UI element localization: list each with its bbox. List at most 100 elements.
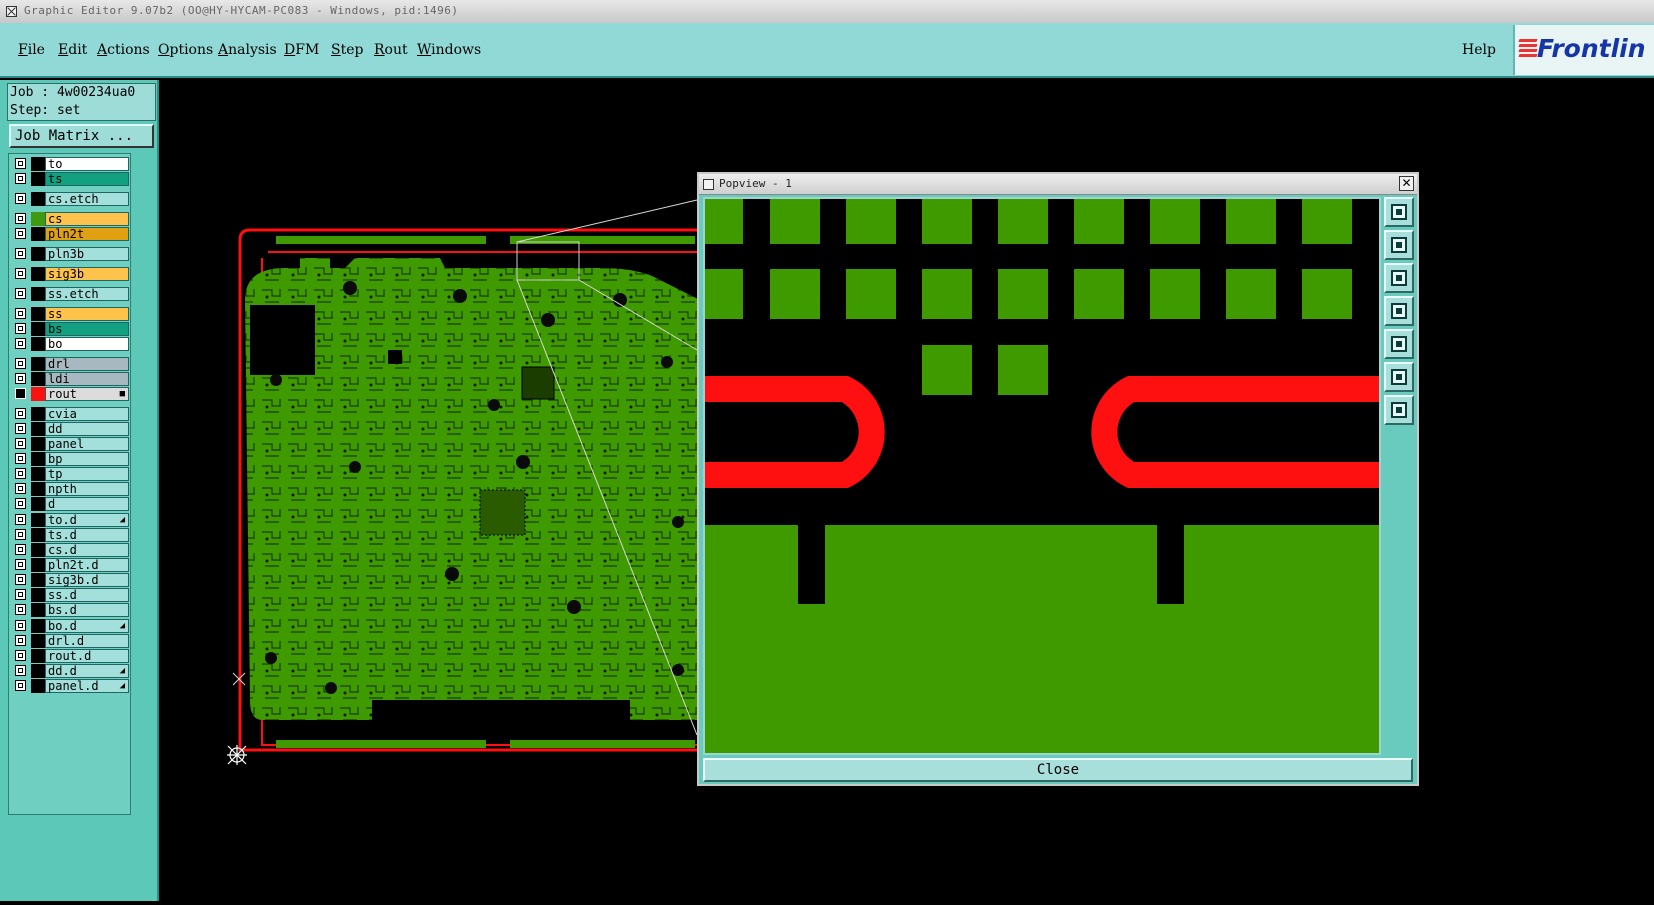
menu-actions[interactable]: Actions bbox=[97, 42, 150, 58]
layer-checkbox[interactable] bbox=[15, 308, 26, 319]
layer-name[interactable]: bo bbox=[45, 337, 129, 351]
layer-name[interactable]: dd bbox=[45, 422, 129, 436]
layer-name[interactable]: cs.d bbox=[45, 543, 129, 557]
layer-row-dd-d[interactable]: dd.d ◢ bbox=[12, 664, 129, 678]
layer-checkbox[interactable] bbox=[15, 228, 26, 239]
layer-color-swatch[interactable] bbox=[31, 558, 45, 572]
layer-row-ss[interactable]: ss bbox=[12, 307, 129, 321]
layer-color-swatch[interactable] bbox=[31, 649, 45, 663]
layer-color-swatch[interactable] bbox=[31, 452, 45, 466]
layer-row-bs[interactable]: bs bbox=[12, 322, 129, 336]
job-matrix-button[interactable]: Job Matrix ... bbox=[9, 124, 154, 148]
layer-row-rout-d[interactable]: rout.d bbox=[12, 649, 129, 663]
layer-color-swatch[interactable] bbox=[31, 337, 45, 351]
layer-color-swatch[interactable] bbox=[31, 573, 45, 587]
layer-color-swatch[interactable] bbox=[31, 192, 45, 206]
layer-name[interactable]: ss bbox=[45, 307, 129, 321]
menu-edit[interactable]: Edit bbox=[58, 42, 87, 58]
menu-rout[interactable]: Rout bbox=[374, 42, 408, 58]
menu-step[interactable]: Step bbox=[331, 42, 363, 58]
layer-color-swatch[interactable] bbox=[31, 528, 45, 542]
layer-color-swatch[interactable] bbox=[31, 422, 45, 436]
layer-row-rout[interactable]: rout ■ bbox=[12, 387, 129, 401]
layer-row-drl[interactable]: drl bbox=[12, 357, 129, 371]
layer-color-swatch[interactable] bbox=[31, 287, 45, 301]
layer-row-pln2t-d[interactable]: pln2t.d bbox=[12, 558, 129, 572]
layer-row-d[interactable]: d bbox=[12, 497, 129, 511]
layer-color-swatch[interactable] bbox=[31, 482, 45, 496]
layer-name[interactable]: ldi bbox=[45, 372, 129, 386]
menu-options[interactable]: Options bbox=[158, 42, 213, 58]
layer-checkbox[interactable] bbox=[15, 358, 26, 369]
layer-color-swatch[interactable] bbox=[31, 372, 45, 386]
layer-checkbox[interactable] bbox=[15, 323, 26, 334]
layer-name[interactable]: panel bbox=[45, 437, 129, 451]
layer-name[interactable]: bp bbox=[45, 452, 129, 466]
layer-row-pln2t[interactable]: pln2t bbox=[12, 227, 129, 241]
layer-name[interactable]: panel.d ◢ bbox=[45, 679, 129, 693]
layer-name[interactable]: ts.d bbox=[45, 528, 129, 542]
layer-row-sig3b[interactable]: sig3b bbox=[12, 267, 129, 281]
layer-checkbox[interactable] bbox=[15, 544, 26, 555]
layer-checkbox[interactable] bbox=[15, 373, 26, 384]
layer-color-swatch[interactable] bbox=[31, 619, 45, 633]
layer-name[interactable]: npth bbox=[45, 482, 129, 496]
menu-windows[interactable]: Windows bbox=[417, 42, 481, 58]
layer-color-swatch[interactable] bbox=[31, 588, 45, 602]
layer-row-ss-d[interactable]: ss.d bbox=[12, 588, 129, 602]
layer-name[interactable]: d bbox=[45, 497, 129, 511]
layer-row-pln3b[interactable]: pln3b bbox=[12, 247, 129, 261]
layer-row-sig3b-d[interactable]: sig3b.d bbox=[12, 573, 129, 587]
layer-checkbox[interactable] bbox=[15, 408, 26, 419]
layer-row-panel[interactable]: panel bbox=[12, 437, 129, 451]
layer-name[interactable]: tp bbox=[45, 467, 129, 481]
layer-name[interactable]: rout ■ bbox=[45, 387, 129, 401]
layer-checkbox[interactable] bbox=[15, 468, 26, 479]
layer-checkbox[interactable] bbox=[15, 498, 26, 509]
layer-checkbox[interactable] bbox=[15, 423, 26, 434]
layer-row-ss-etch[interactable]: ss.etch bbox=[12, 287, 129, 301]
layer-row-bp[interactable]: bp bbox=[12, 452, 129, 466]
layer-color-swatch[interactable] bbox=[31, 603, 45, 617]
layer-name[interactable]: to.d ◢ bbox=[45, 513, 129, 527]
layer-name[interactable]: to bbox=[45, 157, 129, 171]
layer-checkbox[interactable] bbox=[15, 338, 26, 349]
zoom-home-button[interactable] bbox=[1384, 395, 1414, 425]
layer-row-dd[interactable]: dd bbox=[12, 422, 129, 436]
layer-checkbox[interactable] bbox=[15, 453, 26, 464]
pan-left-button[interactable] bbox=[1384, 296, 1414, 326]
layer-color-swatch[interactable] bbox=[31, 679, 45, 693]
layer-color-swatch[interactable] bbox=[31, 467, 45, 481]
layer-checkbox[interactable] bbox=[15, 665, 26, 676]
layer-checkbox[interactable] bbox=[15, 173, 26, 184]
layer-color-swatch[interactable] bbox=[31, 497, 45, 511]
layer-color-swatch[interactable] bbox=[31, 634, 45, 648]
layer-checkbox[interactable] bbox=[15, 650, 26, 661]
layer-name[interactable]: drl bbox=[45, 357, 129, 371]
layer-name[interactable]: ss.d bbox=[45, 588, 129, 602]
menu-analysis[interactable]: Analysis bbox=[218, 42, 277, 58]
layer-row-to-d[interactable]: to.d ◢ bbox=[12, 513, 129, 527]
layer-row-bo-d[interactable]: bo.d ◢ bbox=[12, 619, 129, 633]
layer-color-swatch[interactable] bbox=[31, 227, 45, 241]
layer-checkbox[interactable] bbox=[15, 680, 26, 691]
layer-checkbox[interactable] bbox=[15, 213, 26, 224]
layer-row-panel-d[interactable]: panel.d ◢ bbox=[12, 679, 129, 693]
layer-row-to[interactable]: to bbox=[12, 157, 129, 171]
layer-name[interactable]: rout.d bbox=[45, 649, 129, 663]
layer-name[interactable]: ss.etch bbox=[45, 287, 129, 301]
layer-name[interactable]: bo.d ◢ bbox=[45, 619, 129, 633]
layer-row-cvia[interactable]: cvia bbox=[12, 407, 129, 421]
layer-checkbox[interactable] bbox=[15, 193, 26, 204]
layer-checkbox[interactable] bbox=[15, 574, 26, 585]
layer-name[interactable]: drl.d bbox=[45, 634, 129, 648]
layer-checkbox[interactable] bbox=[15, 529, 26, 540]
popview-canvas[interactable] bbox=[703, 197, 1381, 755]
layer-checkbox[interactable] bbox=[15, 158, 26, 169]
layer-name[interactable]: bs.d bbox=[45, 603, 129, 617]
layer-name[interactable]: bs bbox=[45, 322, 129, 336]
layer-row-bo[interactable]: bo bbox=[12, 337, 129, 351]
layer-row-cs-d[interactable]: cs.d bbox=[12, 543, 129, 557]
pan-right-button[interactable] bbox=[1384, 329, 1414, 359]
layer-row-drl-d[interactable]: drl.d bbox=[12, 634, 129, 648]
